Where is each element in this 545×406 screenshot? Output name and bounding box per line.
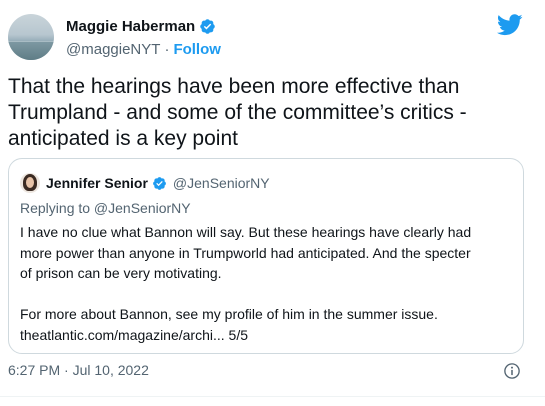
quoted-author-name: Jennifer Senior	[46, 175, 148, 191]
quoted-author-avatar	[20, 173, 40, 193]
tweet-text-line: That the hearings have been more effecti…	[8, 75, 460, 98]
quoted-text-line: I have no clue what Bannon will say. But…	[20, 224, 472, 240]
verified-badge-icon	[153, 176, 166, 190]
quoted-author-handle: @JenSeniorNY	[172, 175, 270, 191]
author-handle-row: @maggieNYT · Follow	[66, 39, 221, 59]
author-avatar[interactable]	[8, 14, 54, 60]
quoted-tweet[interactable]: Jennifer Senior @JenSeniorNY Replying to…	[8, 158, 524, 354]
tweet-text: That the hearings have been more effecti…	[8, 74, 538, 152]
verified-badge-icon	[200, 18, 215, 34]
twitter-bird-icon[interactable]	[497, 14, 523, 36]
author-name-row: Maggie Haberman	[66, 16, 216, 36]
separator-dot: ·	[164, 40, 170, 58]
tweet-text-line: anticipated is a key point	[8, 127, 238, 150]
quoted-text-line: of prison can be very motivating.	[20, 265, 222, 281]
tweet-embed: Maggie Haberman @maggieNYT · Follow That…	[0, 0, 545, 406]
quoted-text-line: theatlantic.com/magazine/archi... 5/5	[20, 326, 249, 343]
info-icon[interactable]	[503, 362, 521, 380]
tweet-text-line: Trumpland - and some of the committee’s …	[8, 101, 467, 124]
quoted-tweet-text: I have no clue what Bannon will say. But…	[20, 222, 520, 345]
author-name[interactable]: Maggie Haberman	[66, 18, 195, 35]
bottom-divider	[0, 396, 545, 397]
author-handle[interactable]: @maggieNYT	[66, 41, 160, 58]
avatar-face	[26, 177, 34, 188]
follow-link[interactable]: Follow	[173, 41, 221, 58]
quoted-author-row: Jennifer Senior @JenSeniorNY	[46, 174, 270, 192]
quoted-text-line: more power than anyone in Trumpworld had…	[20, 244, 471, 261]
quoted-text-line: For more about Bannon, see my profile of…	[20, 306, 438, 322]
tweet-timestamp[interactable]: 6:27 PM · Jul 10, 2022	[8, 362, 149, 378]
avatar-sea	[8, 42, 54, 60]
replying-to: Replying to @JenSeniorNY	[20, 200, 191, 216]
